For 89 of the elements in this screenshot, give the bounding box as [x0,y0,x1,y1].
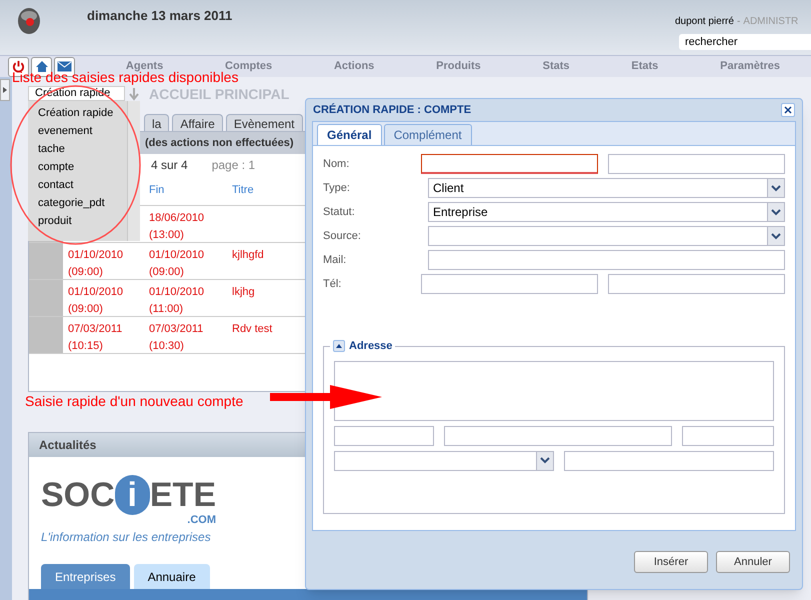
field-label: Tél: [323,276,342,292]
logo-text: SOC [41,478,115,512]
city-field[interactable] [444,426,672,446]
table-cell-text: 18/06/2010 [149,211,206,226]
table-cell-text: (09:00) [68,302,104,316]
triangle-icon [336,344,342,348]
table-cell: kjlhgfd [232,249,264,261]
field-label: Mail: [323,252,348,268]
user-name: dupont pierré [675,15,734,29]
tagline: L'information sur les entreprises [41,529,212,546]
dropdown-option[interactable]: produit [38,212,127,230]
fieldset-legend: Adresse [349,338,392,354]
dropdown-option[interactable]: categorie_pdt [38,194,127,212]
select-value: Client [433,180,464,197]
tab[interactable]: Annuaire [134,564,210,589]
field-label: Nom: [323,156,350,172]
dropdown-option[interactable]: Création rapide [38,104,127,122]
tab[interactable]: Evènement [226,114,303,131]
table-cell-text: (13:00) [149,228,185,242]
home-icon [34,60,48,73]
text-field[interactable] [428,250,785,270]
logo-icon [16,6,42,36]
caret-icon [771,184,781,192]
separator-text: - [736,15,740,29]
table-cell-text: 07/03/2011 [68,322,124,337]
text-field[interactable] [608,274,785,294]
role-text: ADMINISTR [743,15,798,29]
collapse-toggle[interactable] [333,340,345,352]
table-cell: lkjhg [232,286,255,298]
date-text: dimanche 13 mars 2011 [87,7,232,25]
table-cell-text: (11:00) [149,302,184,316]
select-field[interactable] [334,450,554,470]
address-field[interactable] [334,360,774,420]
table-cell-text: 01/10/2010 [68,248,124,263]
select-value: Entreprise [433,204,488,221]
select-field[interactable] [428,226,785,246]
logo-text: ETE [150,478,216,512]
text-field[interactable] [608,154,785,174]
field-label: Type: [323,180,351,196]
caret-icon [771,208,781,216]
column-header[interactable]: Fin [146,182,229,199]
logo-mark: i [114,475,150,515]
page-text: page : 1 [212,157,256,174]
power-icon [12,60,25,73]
caret-icon [540,457,550,464]
field-label: Statut: [323,204,356,220]
close-icon [784,106,792,114]
table-cell-text: 01/10/2010 [149,248,206,263]
chevron-right-icon [3,87,7,93]
dialog-button[interactable]: Annuler [716,551,790,573]
table-cell-text: 01/10/2010 [149,285,206,300]
text-field[interactable] [682,426,774,446]
table-cell-text: (10:30) [149,338,185,354]
table-cell-text: 01/10/2010 [68,285,124,300]
field-label: Source: [323,228,362,244]
mail-icon [57,61,72,72]
search-field[interactable]: rechercher [679,34,811,50]
select-field[interactable]: Entreprise [428,202,785,222]
dropdown-option[interactable]: tache [38,140,127,158]
panel-title: (des actions non effectuées) [145,136,294,151]
text-field[interactable] [564,450,774,470]
arrow-icon [270,385,382,409]
dropdown-option[interactable]: contact [38,176,127,194]
dropdown-option[interactable]: compte [38,158,127,176]
annotation-text: Saisie rapide d'un nouveau compte [25,394,244,408]
tab[interactable]: la [144,114,170,131]
caret-icon [771,232,781,240]
select-field[interactable]: Client [428,178,785,198]
dropdown-option[interactable]: evenement [38,122,127,140]
tab[interactable]: Affaire [172,114,223,131]
panel-title: Actualités [39,437,96,454]
table-cell: Rdv test [232,323,272,335]
table-cell-text: (09:00) [68,264,104,280]
sidebar-toggle[interactable] [0,79,10,101]
text-field[interactable] [421,274,598,294]
arrow-down-icon [128,87,140,101]
table-cell-text: (09:00) [149,264,185,280]
postcode-field[interactable] [334,426,434,446]
tab[interactable]: Général [317,124,382,145]
tab[interactable]: Complément [384,124,472,145]
logo-suffix: .COM [187,515,216,526]
close-button[interactable] [781,103,795,117]
pager-text: 4 sur 4 [151,157,188,174]
dialog-button[interactable]: Insérer [634,551,708,573]
table-cell-text: (10:15) [68,338,104,354]
table-cell-text: 07/03/2011 [149,322,204,337]
scrollbar[interactable] [127,101,140,241]
dialog-title: CRÉATION RAPIDE : COMPTE [313,102,472,118]
text-field[interactable] [421,154,598,174]
